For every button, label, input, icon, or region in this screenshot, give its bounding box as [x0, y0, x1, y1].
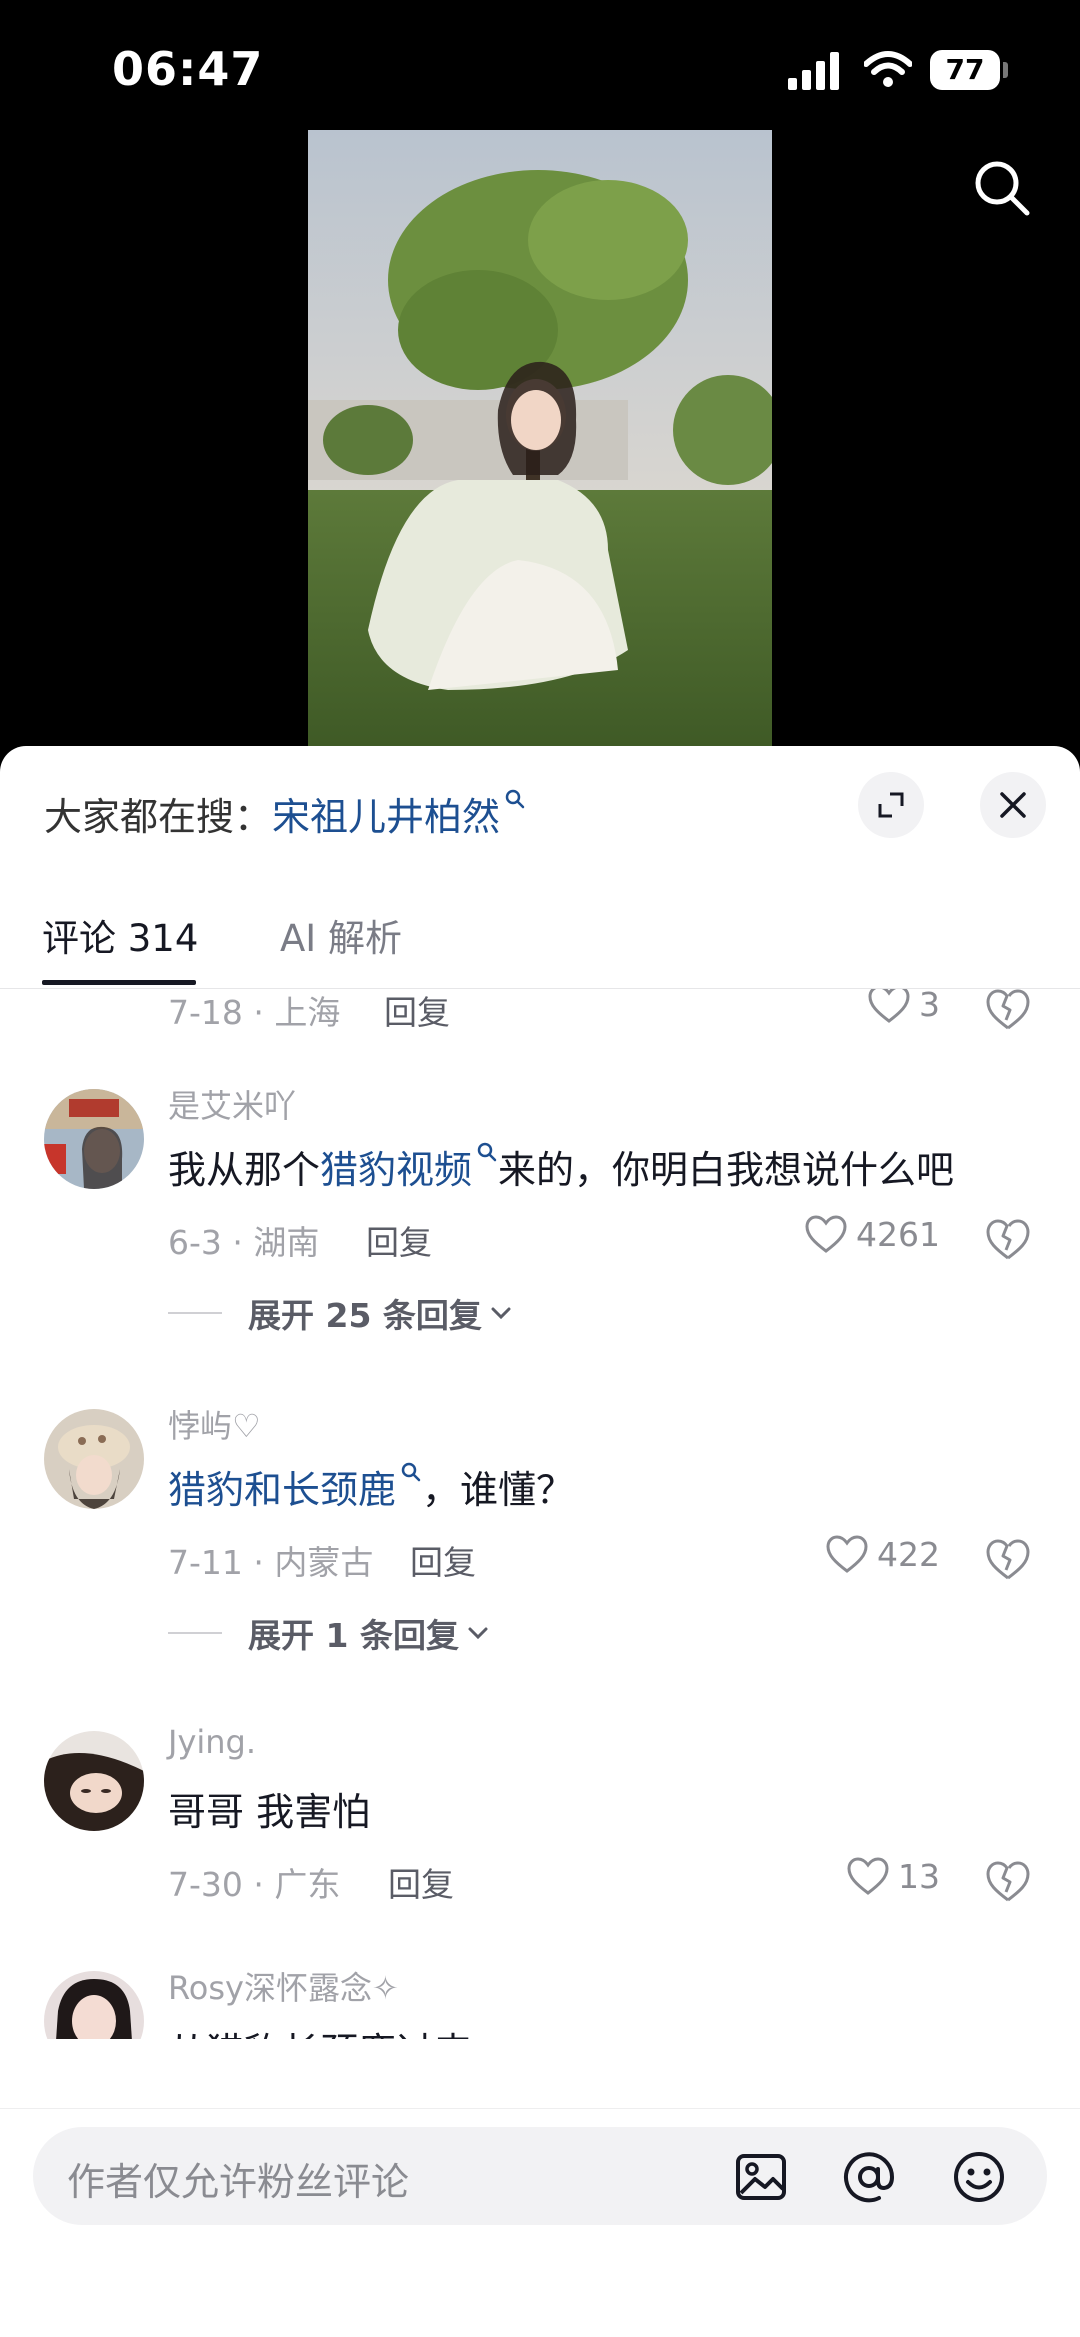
comment-text-part: 来的，你明白我想说什么吧 — [498, 1148, 955, 1192]
comment-username[interactable]: 悖屿♡ — [168, 1401, 261, 1447]
avatar[interactable] — [44, 1409, 144, 1509]
comment-sheet: 大家都在搜：宋祖儿井柏然 评论 314 AI 解析 7-18 · 上海 回复 3… — [0, 746, 1080, 2337]
chevron-down-icon — [491, 1307, 511, 1320]
close-button[interactable] — [980, 772, 1046, 838]
dislike-icon[interactable] — [985, 1216, 1031, 1262]
heart-icon — [868, 989, 910, 1023]
comment-text: 猎豹和长颈鹿 ，谁懂？ — [168, 1459, 574, 1514]
search-small-icon — [401, 1462, 421, 1482]
expand-replies-button[interactable]: 展开 1 条回复 — [168, 1609, 491, 1657]
like-button[interactable]: 3 — [867, 989, 940, 1024]
search-small-icon — [505, 789, 525, 809]
dislike-icon[interactable] — [985, 989, 1031, 1032]
like-count: 422 — [877, 1534, 940, 1574]
reply-button[interactable]: 回复 — [388, 1858, 454, 1906]
tab-ai-analysis[interactable]: AI 解析 — [280, 908, 402, 962]
reply-button[interactable]: 回复 — [410, 1536, 476, 1584]
comment-meta: 7-30 · 广东 — [168, 1865, 341, 1904]
comment-input-bar: 作者仅允许粉丝评论 — [0, 2108, 1080, 2337]
expand-replies-label: 展开 1 条回复 — [248, 1616, 459, 1655]
heart-icon — [847, 1857, 889, 1895]
heart-icon — [805, 1215, 847, 1253]
dislike-icon[interactable] — [985, 1858, 1031, 1904]
comment-username[interactable]: Rosy深怀露念✧ — [168, 1963, 399, 2009]
avatar[interactable] — [44, 1971, 144, 2039]
comment-username[interactable]: Jying. — [168, 1723, 256, 1761]
comment-input-placeholder: 作者仅允许粉丝评论 — [67, 2160, 410, 2204]
tab-comments[interactable]: 评论 314 — [42, 908, 198, 962]
comment-text: 从猎豹长颈鹿过来 — [168, 2021, 472, 2039]
like-button[interactable]: 4261 — [804, 1214, 940, 1254]
hot-search-keyword[interactable]: 宋祖儿井柏然 — [272, 795, 500, 839]
reply-button[interactable]: 回复 — [366, 1216, 432, 1264]
chevron-down-icon — [468, 1627, 488, 1640]
signal-icon — [788, 52, 839, 90]
wifi-icon — [864, 51, 912, 87]
comment-keyword-link[interactable]: 猎豹视频 — [320, 1148, 472, 1192]
battery-tip — [1003, 62, 1008, 78]
mention-icon[interactable] — [841, 2149, 897, 2205]
status-bar: 06:47 77 — [0, 0, 1080, 130]
avatar[interactable] — [44, 1731, 144, 1831]
reply-button[interactable]: 回复 — [384, 989, 450, 1034]
emoji-icon[interactable] — [951, 2149, 1007, 2205]
battery-indicator: 77 — [930, 50, 1000, 90]
expand-icon — [878, 792, 904, 818]
like-count: 13 — [898, 1856, 940, 1896]
comment-username[interactable]: 是艾米吖 — [168, 1081, 296, 1127]
like-count: 4261 — [856, 1214, 940, 1254]
comment-meta: 6-3 · 湖南 — [168, 1223, 320, 1262]
comment-text: 我从那个猎豹视频 来的，你明白我想说什么吧 — [168, 1139, 954, 1194]
video-preview[interactable] — [308, 130, 772, 746]
video-frame-image — [308, 130, 772, 746]
expand-button[interactable] — [858, 772, 924, 838]
tab-bar: 评论 314 AI 解析 — [0, 896, 1080, 989]
expand-replies-button[interactable]: 展开 25 条回复 — [168, 1289, 514, 1337]
active-tab-indicator — [42, 980, 196, 985]
close-icon — [1000, 792, 1026, 818]
comment-text-part: ，谁懂？ — [422, 1468, 575, 1512]
status-time: 06:47 — [112, 42, 264, 96]
comment-keyword-link[interactable]: 猎豹和长颈鹿 — [168, 1468, 396, 1512]
like-count: 3 — [919, 989, 940, 1024]
like-button[interactable]: 13 — [846, 1856, 940, 1896]
avatar[interactable] — [44, 1089, 144, 1189]
dislike-icon[interactable] — [985, 1536, 1031, 1582]
comment-input[interactable]: 作者仅允许粉丝评论 — [33, 2127, 1047, 2225]
comment-text-part: 我从那个 — [168, 1148, 321, 1192]
comment-meta: 7-18 · 上海 — [168, 993, 341, 1032]
expand-divider — [168, 1632, 222, 1634]
comment-meta: 7-11 · 内蒙古 — [168, 1543, 374, 1582]
search-icon[interactable] — [972, 158, 1032, 218]
hot-search-banner[interactable]: 大家都在搜：宋祖儿井柏然 — [44, 786, 526, 841]
expand-divider — [168, 1312, 222, 1314]
search-small-icon — [477, 1142, 497, 1162]
image-icon[interactable] — [733, 2149, 789, 2205]
hot-search-prefix: 大家都在搜： — [44, 795, 273, 839]
like-button[interactable]: 422 — [825, 1534, 940, 1574]
comment-text: 哥哥 我害怕 — [168, 1790, 371, 1834]
heart-icon — [826, 1535, 868, 1573]
expand-replies-label: 展开 25 条回复 — [248, 1296, 482, 1335]
comment-list[interactable]: 7-18 · 上海 回复 3 是艾米吖 我从那个猎豹视频 来的，你明白我想说什么吧… — [0, 989, 1080, 2039]
